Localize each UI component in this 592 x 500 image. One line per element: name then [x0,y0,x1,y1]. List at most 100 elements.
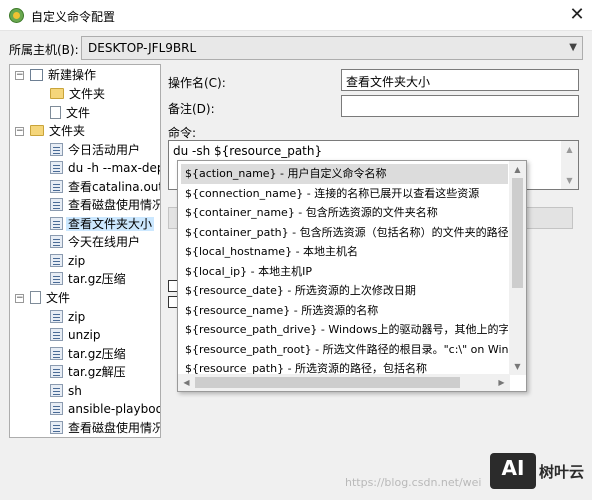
app-icon [9,8,24,23]
command-icon [50,198,63,211]
name-input[interactable]: 查看文件夹大小 [341,69,579,91]
command-label: 命令: [168,126,197,140]
autocomplete-item[interactable]: ${resource_date} - 所选资源的上次修改日期 [181,281,508,301]
scrollbar-thumb[interactable] [195,377,460,388]
autocomplete-item[interactable]: ${local_hostname} - 本地主机名 [181,242,508,262]
folder-icon [50,88,64,99]
tree-item[interactable]: sh [50,382,84,401]
tree-item-new-folder[interactable]: 文件夹 [50,85,107,104]
tree-item-new-op[interactable]: 新建操作 [30,66,98,85]
command-icon [50,402,63,415]
tree-item-label: 今日活动用户 [68,142,141,157]
tree-item[interactable]: 今日活动用户 [50,141,142,160]
command-icon [50,365,63,378]
tree-group-file[interactable]: 文件 [30,289,72,308]
tree-item[interactable]: zip [50,308,87,327]
host-label: 所属主机(B): [9,43,79,57]
title-bar: 自定义命令配置 ✕ [0,0,592,31]
popup-horizontal-scrollbar[interactable]: ◀ ▶ [178,374,510,391]
file-icon [50,105,61,119]
brand-name: 树叶云 [539,463,585,481]
watermark-url: https://blog.csdn.net/wei [345,476,482,489]
chevron-down-icon[interactable]: ▼ [569,42,577,53]
tree-item-label: 查看磁盘使用情况 [68,420,161,435]
command-text: du -sh ${resource_path} [173,144,323,158]
tree-item[interactable]: tar.gz解压 [50,363,128,382]
command-icon [50,235,63,248]
command-icon [50,420,63,434]
tree-item-label: du -h --max-dept [68,161,161,175]
tree-item-selected[interactable]: 查看文件夹大小 [50,215,155,234]
tree-item[interactable]: tar.gz压缩 [50,270,128,289]
tree-item[interactable]: 查看catalina.out [50,178,161,197]
new-operation-icon [30,68,43,81]
tree-item-label: 文件夹 [49,124,86,138]
file-icon [30,291,41,304]
scrollbar-thumb[interactable] [512,178,523,288]
collapse-icon[interactable]: − [15,127,24,136]
note-input[interactable] [341,95,579,117]
brand-logo: AI [490,453,536,489]
scroll-left-icon[interactable]: ◀ [178,374,195,391]
command-icon [50,346,63,360]
autocomplete-item[interactable]: ${connection_name} - 连接的名称已展开以查看这些资源 [181,184,508,204]
tree-item-label: 新建操作 [48,68,97,82]
tree-item-label: ansible-playboo [68,402,161,416]
tree-item-label: 查看磁盘使用情况 [68,198,161,212]
autocomplete-item[interactable]: ${local_ip} - 本地主机IP [181,262,508,282]
collapse-icon[interactable]: − [15,294,24,303]
tree-item-label: 查看catalina.out [68,179,161,194]
command-icon [50,328,63,341]
command-icon [50,383,63,397]
autocomplete-item[interactable]: ${resource_path_root} - 所选文件路径的根目录。"c:\"… [181,340,508,360]
tree-item[interactable]: zip [50,252,87,271]
tree-item-label: tar.gz解压 [68,365,126,379]
tree-item-label: unzip [68,328,101,342]
tree-item-label: zip [68,253,86,268]
tree-item[interactable]: ansible-playboo [50,400,161,419]
tree-group-folder[interactable]: 文件夹 [30,122,87,141]
scroll-right-icon[interactable]: ▶ [493,374,510,391]
tree-item-label: sh [68,383,82,398]
command-icon [50,179,63,193]
tree-item[interactable]: tar.gz压缩 [50,345,128,364]
window-title: 自定义命令配置 [31,10,116,24]
scroll-up-icon[interactable]: ▲ [561,141,578,158]
scroll-down-icon[interactable]: ▼ [561,172,578,189]
command-tree[interactable]: − 新建操作 文件夹 文件 − 文件夹 今日活动用户 du -h --max-d… [9,64,161,438]
folder-icon [30,125,44,136]
tree-item[interactable]: du -h --max-dept [50,159,161,178]
tree-item-label: 文件 [66,105,91,120]
tree-item[interactable]: 查看磁盘使用情况 [50,419,161,438]
tree-item[interactable]: 今天在线用户 [50,233,142,252]
command-icon [50,161,63,174]
host-select-value: DESKTOP-JFL9BRL [88,41,197,55]
autocomplete-item[interactable]: ${container_name} - 包含所选资源的文件夹名称 [181,203,508,223]
autocomplete-item[interactable]: ${action_name} - 用户自定义命令名称 [181,164,508,184]
command-icon [50,253,63,267]
tree-item-new-file[interactable]: 文件 [50,104,92,123]
collapse-icon[interactable]: − [15,71,24,80]
tree-item-label: 今天在线用户 [68,235,141,249]
host-select[interactable]: DESKTOP-JFL9BRL ▼ [81,36,583,60]
tree-item[interactable]: 查看磁盘使用情况 [50,196,161,215]
scroll-up-icon[interactable]: ▲ [509,161,526,178]
popup-vertical-scrollbar[interactable]: ▲ ▼ [509,161,526,375]
note-label: 备注(D): [168,102,215,116]
tree-item-label: zip [68,309,86,324]
autocomplete-item[interactable]: ${resource_path_drive} - Windows上的驱动器号，其… [181,320,508,340]
command-icon [50,216,63,230]
autocomplete-item[interactable]: ${container_path} - 包含所选资源（包括名称）的文件夹的路径 [181,223,508,243]
command-icon [50,142,63,156]
command-icon [50,272,63,285]
tree-item-label: 文件夹 [69,87,106,101]
tree-item[interactable]: unzip [50,326,102,345]
autocomplete-item[interactable]: ${resource_name} - 所选资源的名称 [181,301,508,321]
tree-item-label: 查看文件夹大小 [66,216,155,231]
close-button[interactable]: ✕ [562,0,592,31]
tree-item-label: 文件 [46,291,71,305]
command-scrollbar[interactable]: ▲ ▼ [561,141,578,189]
autocomplete-popup[interactable]: ${action_name} - 用户自定义命令名称 ${connection_n… [177,160,527,392]
scroll-down-icon[interactable]: ▼ [509,358,526,375]
tree-item-label: tar.gz压缩 [68,272,126,286]
